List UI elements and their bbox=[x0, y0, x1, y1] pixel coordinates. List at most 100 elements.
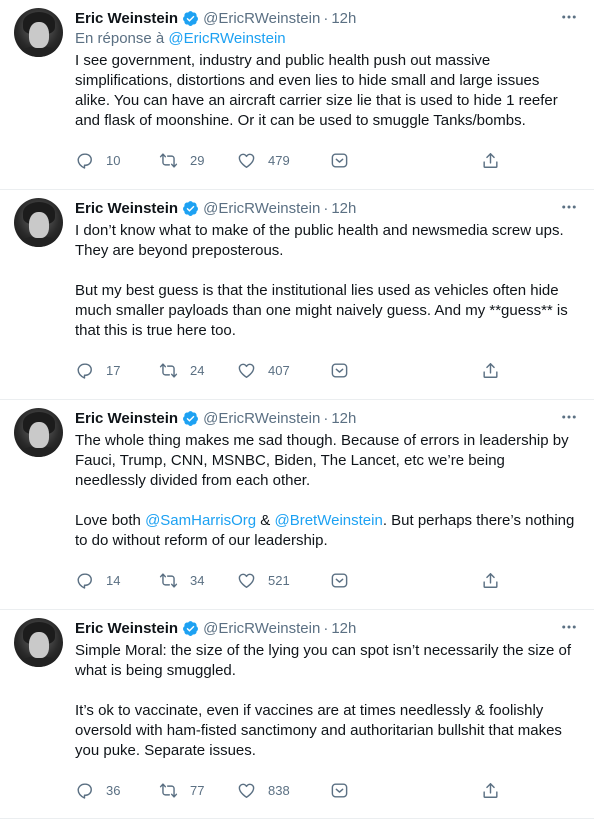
separator-dot: · bbox=[323, 199, 329, 217]
more-options-icon[interactable] bbox=[558, 197, 580, 217]
timestamp[interactable]: 12h bbox=[331, 200, 356, 217]
tweet-text: The whole thing makes me sad though. Bec… bbox=[75, 431, 575, 551]
tweet-text: I don’t know what to make of the public … bbox=[75, 221, 575, 341]
share-icon bbox=[481, 781, 500, 800]
like-icon bbox=[237, 781, 256, 800]
like-icon bbox=[237, 361, 256, 380]
reply-icon bbox=[75, 781, 94, 800]
tweet[interactable]: Eric Weinstein @EricRWeinstein · 12h I d… bbox=[0, 190, 594, 400]
reply-icon bbox=[75, 571, 94, 590]
reply-count: 17 bbox=[106, 362, 121, 378]
retweet-button[interactable]: 29 bbox=[159, 151, 204, 170]
download-button[interactable] bbox=[330, 571, 349, 590]
timestamp[interactable]: 12h bbox=[331, 620, 356, 637]
author-handle[interactable]: @EricRWeinstein bbox=[203, 10, 320, 27]
tweet-paragraph: I see government, industry and public he… bbox=[75, 52, 558, 129]
share-button[interactable] bbox=[481, 571, 500, 590]
download-icon bbox=[330, 361, 349, 380]
download-button[interactable] bbox=[330, 361, 349, 380]
like-icon bbox=[237, 151, 256, 170]
reply-count: 14 bbox=[106, 572, 121, 588]
reply-to-link[interactable]: @EricRWeinstein bbox=[168, 30, 285, 47]
author-handle[interactable]: @EricRWeinstein bbox=[203, 620, 320, 637]
share-button[interactable] bbox=[481, 781, 500, 800]
retweet-button[interactable]: 24 bbox=[159, 361, 204, 380]
reply-button[interactable]: 17 bbox=[75, 361, 120, 380]
reply-prefix: En réponse à bbox=[75, 30, 169, 47]
retweet-icon bbox=[159, 361, 178, 380]
verified-badge-icon bbox=[182, 620, 199, 637]
like-count: 838 bbox=[268, 782, 290, 798]
tweet-paragraph: The whole thing makes me sad though. Bec… bbox=[75, 432, 569, 489]
avatar[interactable] bbox=[14, 8, 63, 57]
retweet-button[interactable]: 77 bbox=[159, 781, 204, 800]
like-button[interactable]: 521 bbox=[237, 571, 290, 590]
mention-link[interactable]: @SamHarrisOrg bbox=[145, 512, 256, 529]
retweet-count: 34 bbox=[190, 572, 205, 588]
like-button[interactable]: 479 bbox=[237, 151, 290, 170]
verified-badge-icon bbox=[182, 10, 199, 27]
tweet-paragraph: It’s ok to vaccinate, even if vaccines a… bbox=[75, 702, 562, 759]
mention-link[interactable]: @BretWeinstein bbox=[274, 512, 382, 529]
download-button[interactable] bbox=[330, 151, 349, 170]
timestamp[interactable]: 12h bbox=[331, 10, 356, 27]
download-icon bbox=[330, 571, 349, 590]
share-button[interactable] bbox=[481, 361, 500, 380]
retweet-icon bbox=[159, 781, 178, 800]
verified-badge-icon bbox=[182, 410, 199, 427]
author-handle[interactable]: @EricRWeinstein bbox=[203, 410, 320, 427]
author-name[interactable]: Eric Weinstein bbox=[75, 10, 178, 27]
tweet-paragraph: I don’t know what to make of the public … bbox=[75, 222, 564, 259]
more-options-icon[interactable] bbox=[558, 617, 580, 637]
author-name[interactable]: Eric Weinstein bbox=[75, 200, 178, 217]
like-button[interactable]: 838 bbox=[237, 781, 290, 800]
author-name[interactable]: Eric Weinstein bbox=[75, 410, 178, 427]
retweet-count: 77 bbox=[190, 782, 205, 798]
share-icon bbox=[481, 571, 500, 590]
more-options-icon[interactable] bbox=[558, 407, 580, 427]
reply-button[interactable]: 10 bbox=[75, 151, 120, 170]
avatar[interactable] bbox=[14, 408, 63, 457]
tweet-text: Simple Moral: the size of the lying you … bbox=[75, 641, 575, 761]
like-count: 479 bbox=[268, 152, 290, 168]
timestamp[interactable]: 12h bbox=[331, 410, 356, 427]
reply-count: 36 bbox=[106, 782, 121, 798]
text-segment: Love both bbox=[75, 512, 146, 529]
tweet-text: I see government, industry and public he… bbox=[75, 51, 575, 131]
separator-dot: · bbox=[323, 409, 329, 427]
tweet[interactable]: Eric Weinstein @EricRWeinstein · 12h En … bbox=[0, 0, 594, 190]
reply-button[interactable]: 14 bbox=[75, 571, 120, 590]
separator-dot: · bbox=[323, 9, 329, 27]
text-segment: & bbox=[256, 512, 275, 529]
action-bar: 36 77 838 bbox=[75, 780, 505, 800]
reply-icon bbox=[75, 151, 94, 170]
retweet-icon bbox=[159, 151, 178, 170]
share-icon bbox=[481, 361, 500, 380]
reply-context: En réponse à @EricRWeinstein bbox=[75, 30, 286, 47]
download-icon bbox=[330, 151, 349, 170]
share-button[interactable] bbox=[481, 151, 500, 170]
reply-button[interactable]: 36 bbox=[75, 781, 120, 800]
tweet[interactable]: Eric Weinstein @EricRWeinstein · 12h The… bbox=[0, 400, 594, 610]
like-button[interactable]: 407 bbox=[237, 361, 290, 380]
retweet-count: 24 bbox=[190, 362, 205, 378]
action-bar: 14 34 521 bbox=[75, 570, 505, 590]
download-icon bbox=[330, 781, 349, 800]
separator-dot: · bbox=[323, 619, 329, 637]
verified-badge-icon bbox=[182, 200, 199, 217]
tweet-paragraph: Love both @SamHarrisOrg & @BretWeinstein… bbox=[75, 511, 575, 551]
like-count: 407 bbox=[268, 362, 290, 378]
avatar[interactable] bbox=[14, 618, 63, 667]
tweet-paragraph: But my best guess is that the institutio… bbox=[75, 282, 568, 339]
retweet-button[interactable]: 34 bbox=[159, 571, 204, 590]
action-bar: 10 29 479 bbox=[75, 150, 505, 170]
action-bar: 17 24 407 bbox=[75, 360, 505, 380]
author-name[interactable]: Eric Weinstein bbox=[75, 620, 178, 637]
like-icon bbox=[237, 571, 256, 590]
tweet[interactable]: Eric Weinstein @EricRWeinstein · 12h Sim… bbox=[0, 610, 594, 819]
avatar[interactable] bbox=[14, 198, 63, 247]
more-options-icon[interactable] bbox=[558, 7, 580, 27]
tweet-paragraph: Simple Moral: the size of the lying you … bbox=[75, 642, 572, 679]
download-button[interactable] bbox=[330, 781, 349, 800]
author-handle[interactable]: @EricRWeinstein bbox=[203, 200, 320, 217]
